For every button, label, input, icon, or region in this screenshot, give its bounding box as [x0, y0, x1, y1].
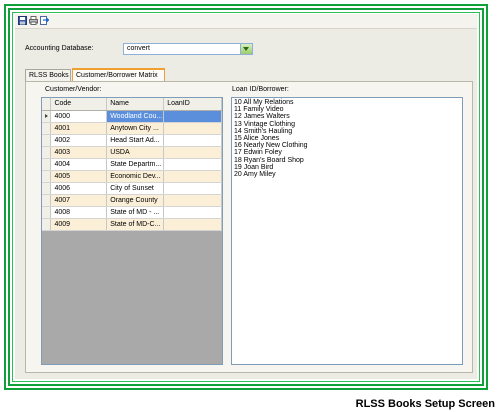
cell-code[interactable]: 4006: [50, 182, 108, 195]
customer-grid: Code Name LoanID 4000 Woodland Cou... 40…: [41, 97, 223, 365]
cell-loanid[interactable]: [163, 146, 222, 159]
cell-name[interactable]: State of MD - ...: [106, 206, 165, 219]
header-row: Code Name LoanID: [42, 98, 222, 111]
table-row[interactable]: 4001 Anytown City ...: [42, 122, 222, 135]
cell-loanid[interactable]: [163, 170, 222, 183]
row-selector[interactable]: [42, 158, 52, 171]
list-item[interactable]: 17 Edwin Foley: [234, 149, 460, 156]
row-selector[interactable]: [42, 218, 52, 231]
cell-name[interactable]: Economic Dev...: [106, 170, 165, 183]
row-selector[interactable]: [42, 134, 52, 147]
customer-vendor-label: Customer/Vendor:: [45, 86, 102, 93]
cell-code[interactable]: 4002: [50, 134, 108, 147]
accounting-database-combo[interactable]: convert: [123, 43, 253, 55]
cell-loanid[interactable]: [163, 134, 222, 147]
cell-code[interactable]: 4009: [50, 218, 108, 231]
tab-customer-borrower-matrix[interactable]: Customer/Borrower Matrix: [72, 68, 165, 81]
row-header-corner: [42, 98, 52, 111]
cell-name[interactable]: Orange County: [106, 194, 165, 207]
current-row-icon: [45, 113, 48, 118]
table-row[interactable]: 4008 State of MD - ...: [42, 206, 222, 219]
loan-borrower-label: Loan ID/Borrower:: [232, 86, 289, 93]
list-item[interactable]: 12 James Walters: [234, 113, 460, 120]
row-selector[interactable]: [42, 146, 52, 159]
save-icon[interactable]: [18, 16, 27, 25]
cell-code[interactable]: 4008: [50, 206, 108, 219]
cell-name[interactable]: Head Start Ad...: [106, 134, 165, 147]
row-selector[interactable]: [42, 194, 52, 207]
cell-loanid[interactable]: [163, 182, 222, 195]
cell-code[interactable]: 4001: [50, 122, 108, 135]
table-row[interactable]: 4009 State of MD-C...: [42, 218, 222, 231]
cell-loanid[interactable]: [163, 122, 222, 135]
customer-table: Code Name LoanID 4000 Woodland Cou... 40…: [42, 98, 222, 231]
list-item[interactable]: 11 Family Video: [234, 106, 460, 113]
row-selector[interactable]: [42, 110, 52, 123]
cell-name[interactable]: State of MD-C...: [106, 218, 165, 231]
list-item[interactable]: 19 Joan Bird: [234, 164, 460, 171]
cell-loanid[interactable]: [163, 110, 222, 123]
cell-code[interactable]: 4004: [50, 158, 108, 171]
list-item[interactable]: 10 All My Relations: [234, 99, 460, 106]
figure-caption: RLSS Books Setup Screen: [355, 398, 495, 410]
table-row[interactable]: 4004 State Departm...: [42, 158, 222, 171]
cell-loanid[interactable]: [163, 218, 222, 231]
tab-rlss-books[interactable]: RLSS Books: [25, 69, 71, 81]
cell-code[interactable]: 4005: [50, 170, 108, 183]
cell-code[interactable]: 4000: [50, 110, 108, 123]
setup-window: Accounting Database: convert RLSS Books …: [15, 14, 477, 379]
list-item[interactable]: 13 Vintage Clothing: [234, 121, 460, 128]
column-header-loanid[interactable]: LoanID: [163, 98, 222, 111]
cell-name[interactable]: Anytown City ...: [106, 122, 165, 135]
table-row[interactable]: 4006 City of Sunset: [42, 182, 222, 195]
print-icon[interactable]: [29, 16, 38, 25]
cell-name[interactable]: USDA: [106, 146, 165, 159]
column-header-name[interactable]: Name: [106, 98, 165, 111]
chevron-down-icon[interactable]: [240, 44, 252, 54]
cell-loanid[interactable]: [163, 206, 222, 219]
list-item[interactable]: 16 Nearly New Clothing: [234, 142, 460, 149]
row-selector[interactable]: [42, 170, 52, 183]
row-selector[interactable]: [42, 122, 52, 135]
cell-name[interactable]: City of Sunset: [106, 182, 165, 195]
list-item[interactable]: 18 Ryan's Board Shop: [234, 157, 460, 164]
loan-borrower-list[interactable]: 10 All My Relations 11 Family Video 12 J…: [231, 97, 463, 365]
cell-name[interactable]: State Departm...: [106, 158, 165, 171]
cell-loanid[interactable]: [163, 194, 222, 207]
cell-name[interactable]: Woodland Cou...: [106, 110, 165, 123]
table-row[interactable]: 4005 Economic Dev...: [42, 170, 222, 183]
export-icon[interactable]: [40, 16, 50, 25]
list-item[interactable]: 20 Amy Miley: [234, 171, 460, 178]
accounting-database-value: convert: [127, 45, 150, 52]
table-row[interactable]: 4007 Orange County: [42, 194, 222, 207]
cell-code[interactable]: 4007: [50, 194, 108, 207]
list-item[interactable]: 14 Smith's Hauling: [234, 128, 460, 135]
table-row[interactable]: 4000 Woodland Cou...: [42, 110, 222, 123]
column-header-code[interactable]: Code: [50, 98, 108, 111]
toolbar: [15, 14, 477, 29]
list-item[interactable]: 15 Alice Jones: [234, 135, 460, 142]
cell-code[interactable]: 4003: [50, 146, 108, 159]
row-selector[interactable]: [42, 182, 52, 195]
table-row[interactable]: 4003 USDA: [42, 146, 222, 159]
row-selector[interactable]: [42, 206, 52, 219]
table-row[interactable]: 4002 Head Start Ad...: [42, 134, 222, 147]
cell-loanid[interactable]: [163, 158, 222, 171]
accounting-database-label: Accounting Database:: [25, 45, 94, 52]
